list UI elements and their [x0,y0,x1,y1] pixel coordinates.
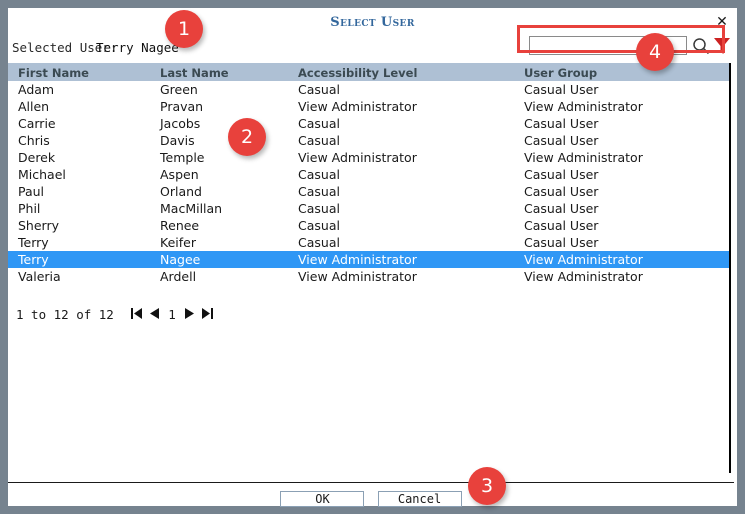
annotation-badge-2: 2 [228,118,266,156]
cell-first-name: Derek [18,150,56,165]
annotation-badge-4: 4 [636,33,674,71]
cell-last-name: Jacobs [160,116,201,131]
cell-last-name: Keifer [160,235,196,250]
cell-user-group: View Administrator [524,252,643,267]
table-row[interactable]: Valeria Ardell View Administrator View A… [8,268,729,285]
table-row[interactable]: Phil MacMillan Casual Casual User [8,200,729,217]
cell-accessibility-level: Casual [298,184,340,199]
column-header-first-name[interactable]: First Name [18,66,89,80]
cell-accessibility-level: Casual [298,235,340,250]
previous-page-icon[interactable] [148,305,162,322]
cell-first-name: Michael [18,167,66,182]
cell-last-name: Davis [160,133,195,148]
cell-user-group: Casual User [524,201,599,216]
table-row[interactable]: Derek Temple View Administrator View Adm… [8,149,729,166]
cell-user-group: Casual User [524,184,599,199]
table-row-selected[interactable]: Terry Nagee View Administrator View Admi… [8,251,729,268]
cell-user-group: View Administrator [524,99,643,114]
cell-first-name: Sherry [18,218,60,233]
cell-user-group: Casual User [524,235,599,250]
cell-user-group: View Administrator [524,269,643,284]
annotation-badge-1: 1 [165,10,203,48]
table-row[interactable]: Carrie Jacobs Casual Casual User [8,115,729,132]
cell-last-name: MacMillan [160,201,223,216]
cell-user-group: Casual User [524,116,599,131]
cell-first-name: Phil [18,201,41,216]
footer-divider [8,482,734,483]
cell-first-name: Chris [18,133,50,148]
annotation-badge-3: 3 [468,467,506,505]
cell-accessibility-level: View Administrator [298,99,417,114]
cell-user-group: Casual User [524,133,599,148]
cell-first-name: Allen [18,99,50,114]
table-row[interactable]: Adam Green Casual Casual User [8,81,729,98]
selected-user-value: Terry Nagee [96,40,179,55]
pagination-bar: 1 to 12 of 12 1 [8,303,731,327]
cell-user-group: View Administrator [524,150,643,165]
dialog-window-frame: Select User ✕ Selected User: Terry Nagee [0,0,745,514]
cell-last-name: Aspen [160,167,199,182]
cell-accessibility-level: Casual [298,133,340,148]
cell-last-name: Orland [160,184,202,199]
cell-accessibility-level: Casual [298,167,340,182]
current-page-number[interactable]: 1 [166,307,178,322]
table-row[interactable]: Sherry Renee Casual Casual User [8,217,729,234]
next-page-icon[interactable] [182,305,196,322]
cell-first-name: Terry [18,252,49,267]
cell-first-name: Carrie [18,116,56,131]
cell-first-name: Valeria [18,269,61,284]
cell-accessibility-level: View Administrator [298,269,417,284]
cell-first-name: Paul [18,184,45,199]
ok-button[interactable]: OK [280,491,365,507]
cell-last-name: Renee [160,218,200,233]
cell-user-group: Casual User [524,167,599,182]
cell-last-name: Pravan [160,99,204,114]
annotation-highlight-search [517,25,725,53]
dialog-window-body: Select User ✕ Selected User: Terry Nagee [8,8,737,507]
cell-accessibility-level: View Administrator [298,252,417,267]
users-table: First Name Last Name Accessibility Level… [8,63,731,473]
table-row[interactable]: Allen Pravan View Administrator View Adm… [8,98,729,115]
cell-first-name: Terry [18,235,49,250]
table-row[interactable]: Paul Orland Casual Casual User [8,183,729,200]
cell-user-group: Casual User [524,82,599,97]
cell-last-name: Ardell [160,269,197,284]
column-header-accessibility-level[interactable]: Accessibility Level [298,66,417,80]
cell-accessibility-level: Casual [298,218,340,233]
first-page-icon[interactable] [130,305,144,322]
footer-buttons: OK Cancel [8,488,734,507]
table-row[interactable]: Terry Keifer Casual Casual User [8,234,729,251]
cell-accessibility-level: Casual [298,201,340,216]
cell-last-name: Temple [160,150,205,165]
cell-user-group: Casual User [524,218,599,233]
cell-last-name: Green [160,82,198,97]
page-range-label: 1 to 12 of 12 [16,307,114,322]
cancel-button[interactable]: Cancel [377,491,462,507]
cell-last-name: Nagee [160,252,201,267]
cell-accessibility-level: View Administrator [298,150,417,165]
column-header-last-name[interactable]: Last Name [160,66,229,80]
last-page-icon[interactable] [200,305,214,322]
table-header-row: First Name Last Name Accessibility Level… [8,63,729,81]
column-header-user-group[interactable]: User Group [524,66,597,80]
cell-accessibility-level: Casual [298,82,340,97]
cell-accessibility-level: Casual [298,116,340,131]
table-row[interactable]: Chris Davis Casual Casual User [8,132,729,149]
table-row[interactable]: Michael Aspen Casual Casual User [8,166,729,183]
cell-first-name: Adam [18,82,55,97]
